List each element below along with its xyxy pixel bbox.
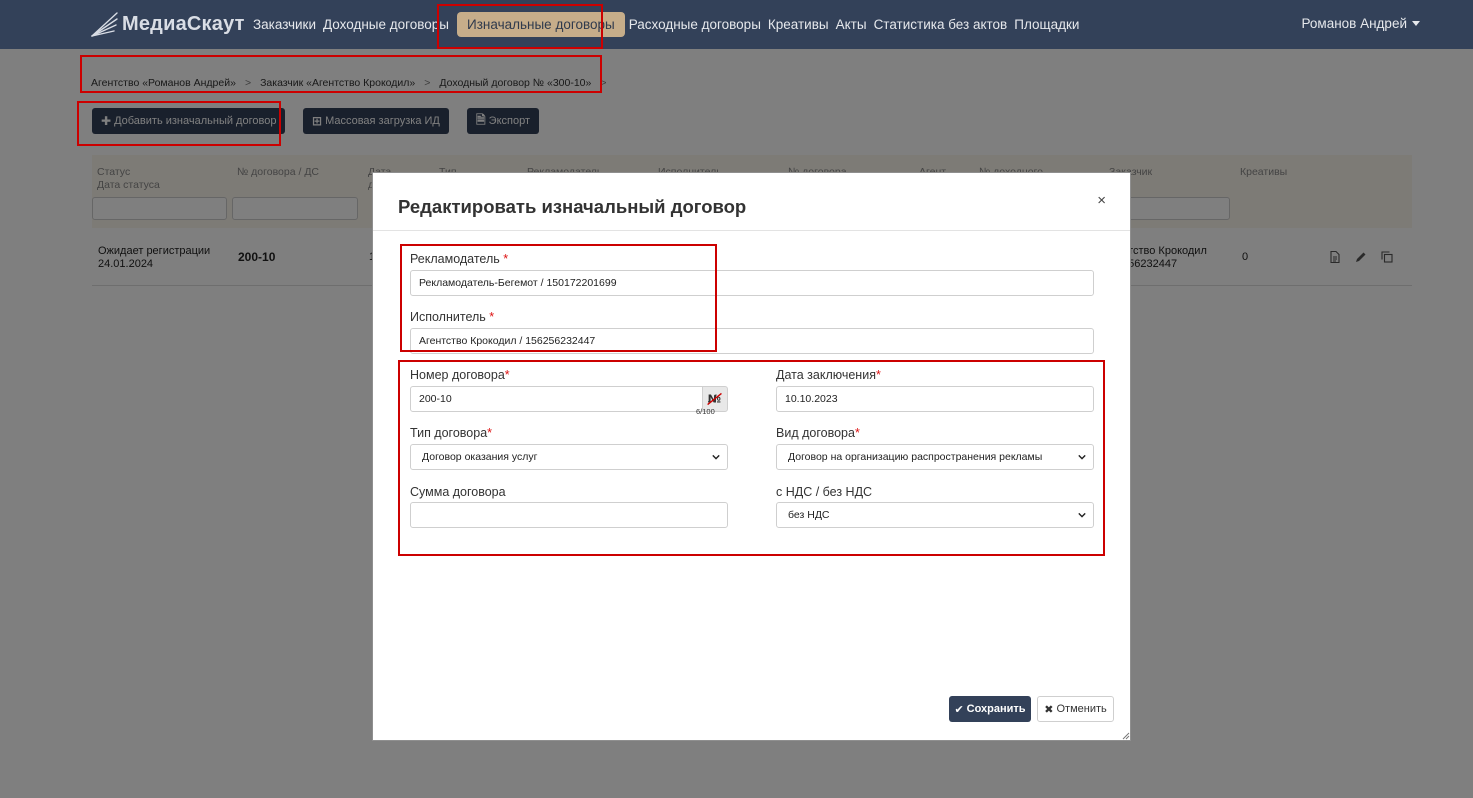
nav-link-platforms[interactable]: Площадки — [1014, 17, 1079, 32]
nav-link-acts[interactable]: Акты — [836, 17, 867, 32]
nav-link-customers[interactable]: Заказчики — [253, 17, 316, 32]
nav-link-expense-contracts[interactable]: Расходные договоры — [629, 17, 761, 32]
nav-link-stats-without-acts[interactable]: Статистика без актов — [874, 17, 1008, 32]
contract-type-select[interactable]: Договор оказания услуг — [410, 444, 728, 470]
advertiser-label: Рекламодатель * — [410, 252, 508, 266]
required-mark: * — [504, 368, 510, 382]
required-mark: * — [875, 368, 881, 382]
modal-title: Редактировать изначальный договор — [398, 196, 747, 217]
contract-date-label: Дата заключения* — [776, 368, 881, 382]
required-mark: * — [854, 426, 860, 440]
amount-input[interactable] — [410, 502, 728, 528]
contract-type-label-text: Тип договора — [410, 426, 488, 440]
chevron-down-icon — [1078, 454, 1086, 460]
check-icon: ✔ — [954, 703, 964, 716]
resize-grip-icon[interactable] — [1120, 730, 1130, 740]
caret-down-icon — [1412, 21, 1420, 26]
save-label: Сохранить — [966, 703, 1026, 715]
vat-label: с НДС / без НДС — [776, 485, 873, 499]
executor-field[interactable]: Агентство Крокодил / 156256232447 — [410, 328, 1094, 354]
contract-kind-value: Договор на организацию распространения р… — [788, 451, 1043, 463]
executor-label-text: Исполнитель — [410, 310, 486, 324]
vat-value: без НДС — [788, 509, 830, 521]
advertiser-field[interactable]: Рекламодатель-Бегемот / 150172201699 — [410, 270, 1094, 296]
save-button[interactable]: ✔ Сохранить — [949, 696, 1031, 722]
contract-number-input[interactable]: 200-10 — [410, 386, 703, 412]
logo-text: МедиаСкаут — [122, 12, 245, 35]
contract-number-label: Номер договора* — [410, 368, 510, 382]
chevron-down-icon — [712, 454, 720, 460]
contract-kind-label-text: Вид договора — [776, 426, 855, 440]
advertiser-label-text: Рекламодатель — [410, 252, 500, 266]
top-navbar: МедиаСкаут Заказчики Доходные договоры И… — [0, 0, 1473, 49]
nav-link-income-contracts[interactable]: Доходные договоры — [323, 17, 449, 32]
contract-number-label-text: Номер договора — [410, 368, 505, 382]
modal-header-divider — [373, 230, 1130, 231]
amount-label: Сумма договора — [410, 485, 506, 499]
nav-link-initial-contracts[interactable]: Изначальные договоры — [457, 12, 625, 37]
user-name: Романов Андрей — [1301, 16, 1408, 31]
cancel-button[interactable]: ✖ Отменить — [1037, 696, 1114, 722]
nav-link-creatives[interactable]: Креативы — [768, 17, 829, 32]
logo-rays-icon — [91, 12, 118, 37]
executor-label: Исполнитель * — [410, 310, 494, 324]
char-counter: 6/100 — [696, 407, 715, 416]
contract-date-input[interactable]: 10.10.2023 — [776, 386, 1094, 412]
required-mark: * — [487, 426, 493, 440]
contract-kind-select[interactable]: Договор на организацию распространения р… — [776, 444, 1094, 470]
chevron-down-icon — [1078, 512, 1086, 518]
contract-kind-label: Вид договора* — [776, 426, 860, 440]
required-mark: * — [489, 310, 495, 324]
main-nav: Заказчики Доходные договоры Изначальные … — [253, 0, 1086, 49]
app-logo[interactable]: МедиаСкаут — [90, 8, 245, 40]
contract-date-label-text: Дата заключения — [776, 368, 876, 382]
times-icon: ✖ — [1044, 703, 1054, 716]
close-icon[interactable]: × — [1097, 192, 1106, 209]
vat-select[interactable]: без НДС — [776, 502, 1094, 528]
cancel-label: Отменить — [1056, 703, 1107, 715]
user-menu[interactable]: Романов Андрей — [1301, 16, 1420, 31]
contract-type-label: Тип договора* — [410, 426, 492, 440]
required-mark: * — [503, 252, 509, 266]
contract-type-value: Договор оказания услуг — [422, 451, 538, 463]
